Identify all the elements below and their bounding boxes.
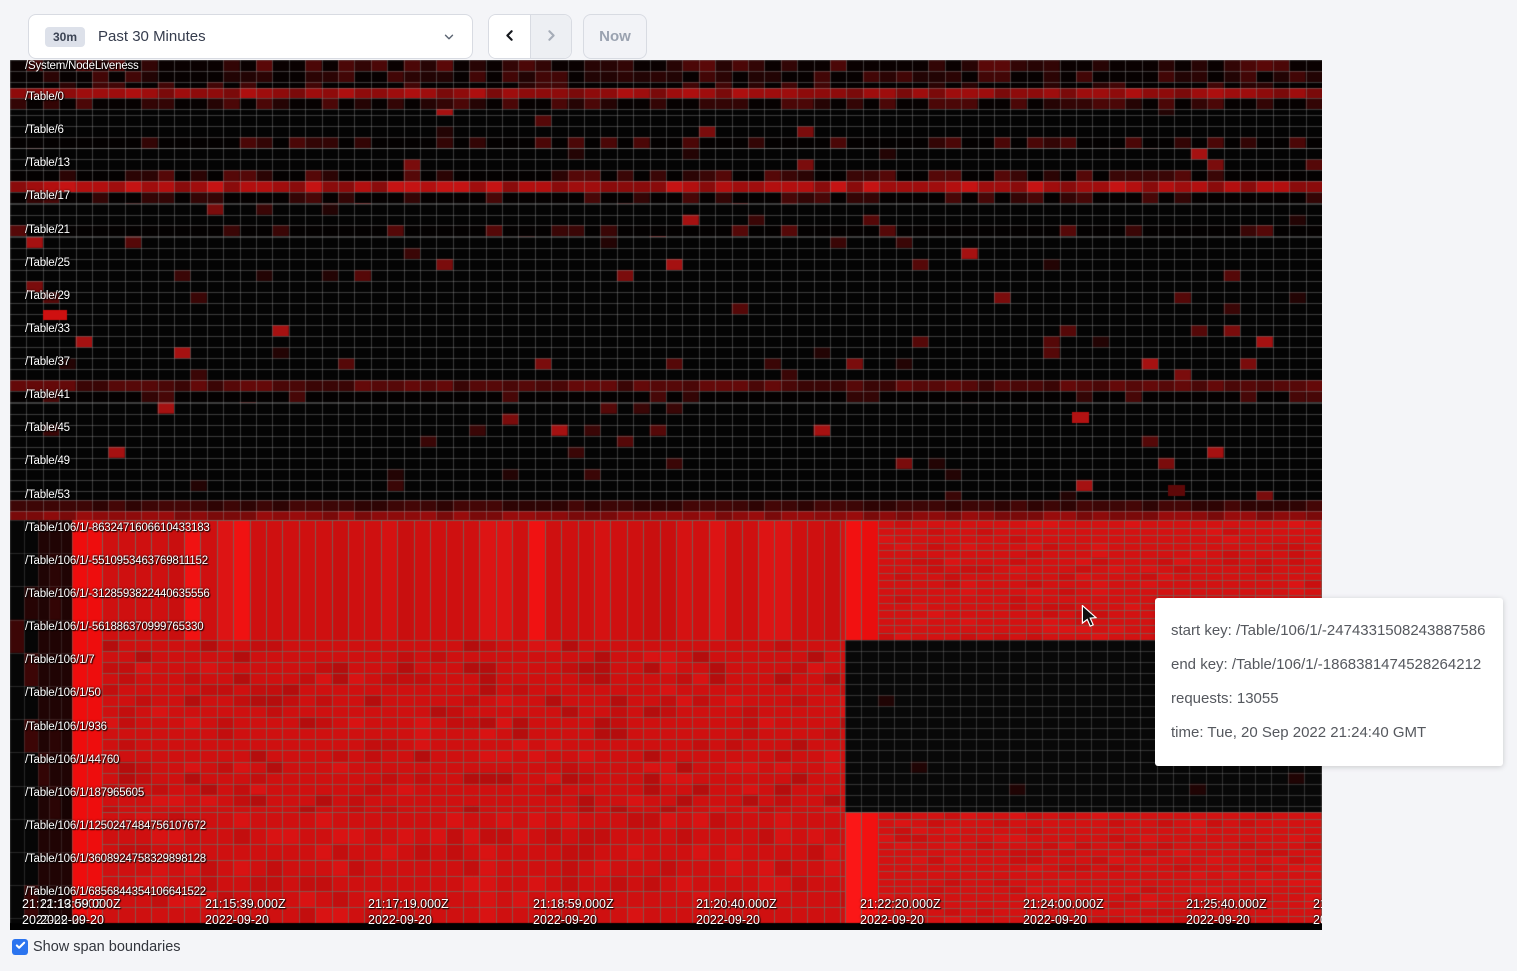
- duration-label: Past 30 Minutes: [98, 28, 206, 45]
- time-window-select[interactable]: 30m Past 30 Minutes: [28, 14, 473, 59]
- tooltip-requests: requests: 13055: [1171, 689, 1487, 709]
- heatmap-canvas[interactable]: [10, 60, 1322, 930]
- tooltip-start-key: start key: /Table/106/1/-247433150824388…: [1171, 621, 1487, 641]
- heatmap-tooltip: start key: /Table/106/1/-247433150824388…: [1155, 598, 1503, 766]
- show-span-boundaries-checkbox[interactable]: [12, 939, 28, 955]
- duration-badge: 30m: [45, 27, 85, 47]
- show-span-boundaries-label: Show span boundaries: [33, 939, 181, 955]
- chevron-left-icon: [501, 27, 518, 47]
- footer: Show span boundaries: [12, 939, 181, 955]
- chevron-right-icon: [543, 27, 560, 47]
- prev-window-button[interactable]: [489, 15, 530, 58]
- next-window-button[interactable]: [530, 15, 571, 58]
- time-nav-group: [488, 14, 572, 59]
- tooltip-time: time: Tue, 20 Sep 2022 21:24:40 GMT: [1171, 723, 1487, 743]
- now-button[interactable]: Now: [583, 14, 647, 59]
- key-visualizer[interactable]: /System/NodeLiveness/Table/0/Table/6/Tab…: [10, 60, 1322, 930]
- toolbar: 30m Past 30 Minutes Now: [0, 0, 1517, 60]
- tooltip-end-key: end key: /Table/106/1/-18683814745282642…: [1171, 655, 1487, 675]
- check-icon: [15, 938, 26, 956]
- chevron-down-icon: [442, 30, 456, 44]
